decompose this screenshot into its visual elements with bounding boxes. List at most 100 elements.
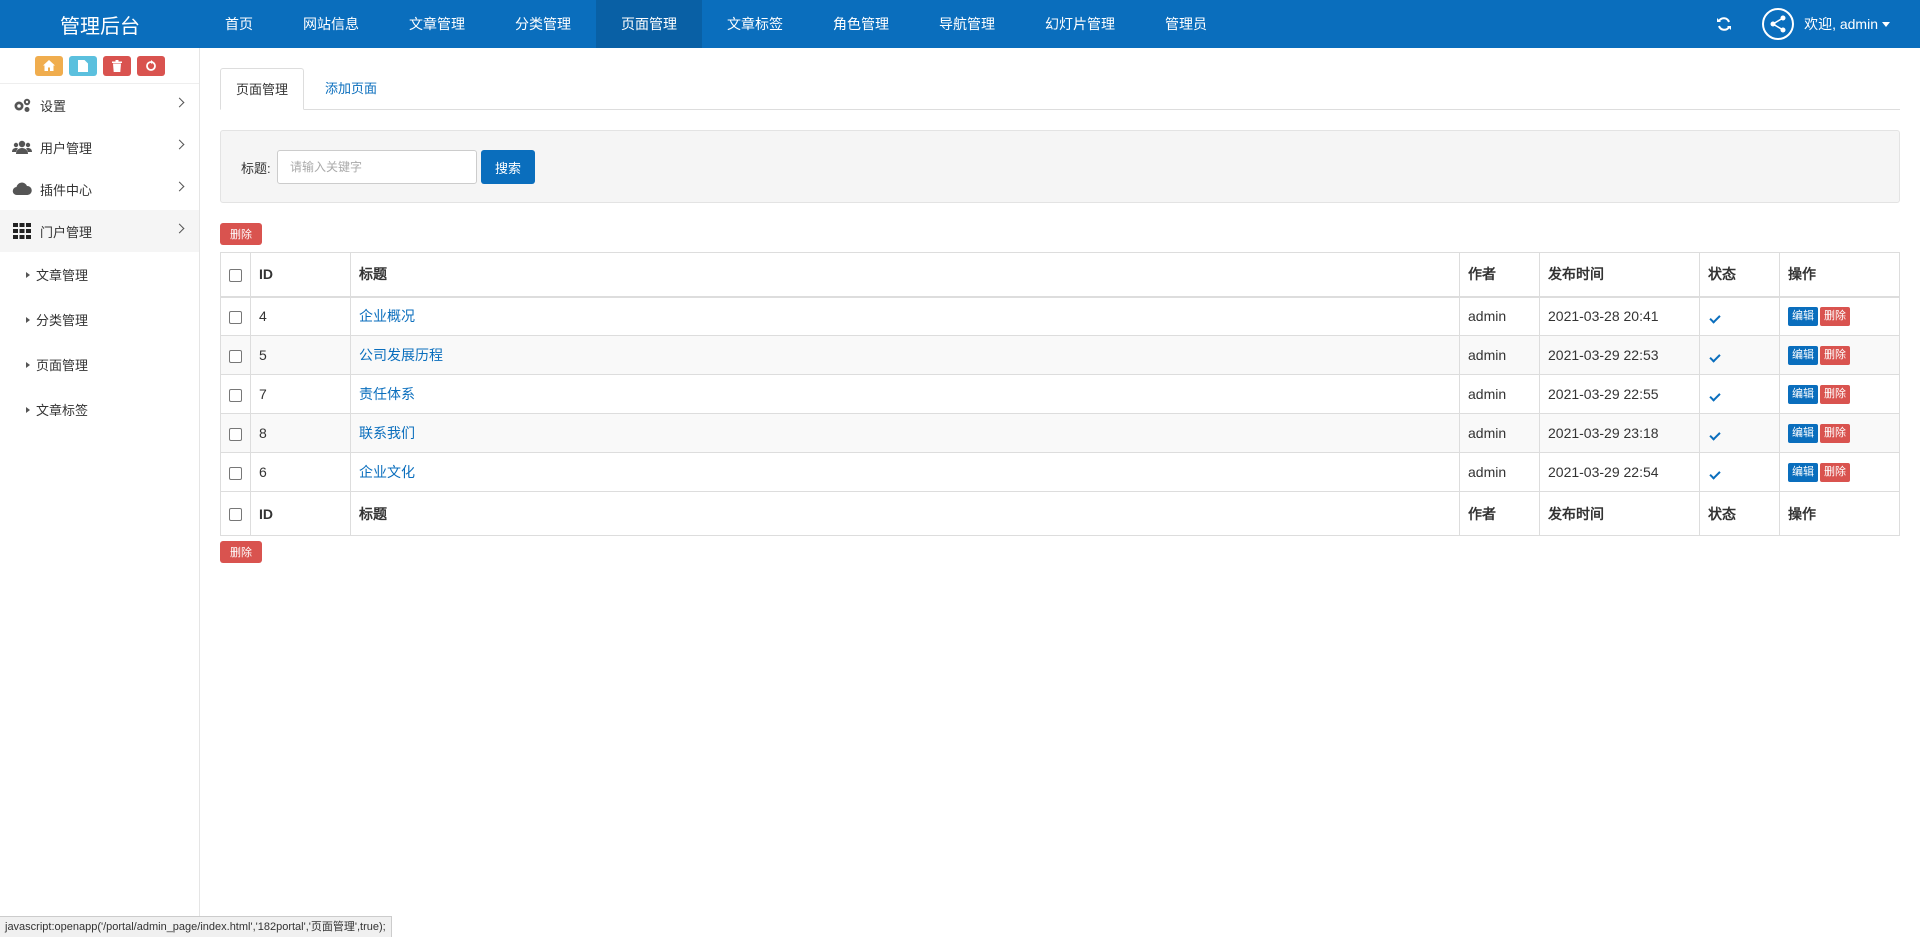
search-button[interactable]: 搜索 <box>481 150 535 184</box>
recycle-icon[interactable] <box>136 55 165 76</box>
footer-ops: 操作 <box>1779 491 1900 536</box>
row-checkbox[interactable] <box>229 388 242 402</box>
delete-button[interactable]: 删除 <box>1820 307 1850 327</box>
nav-navigation[interactable]: 导航管理 <box>914 0 1020 48</box>
edit-button[interactable]: 编辑 <box>1788 346 1818 365</box>
cell-title: 企业文化 <box>350 452 1460 492</box>
cell-time: 2021-03-28 20:41 <box>1539 296 1700 336</box>
nav-home[interactable]: 首页 <box>200 0 278 48</box>
chevron-right-icon <box>174 139 185 150</box>
title-link[interactable]: 责任体系 <box>359 386 415 402</box>
sidebar-sub-item-label: 文章标签 <box>36 403 89 418</box>
delete-button[interactable]: 删除 <box>1820 385 1850 404</box>
tab-page-management[interactable]: 页面管理 <box>220 68 305 110</box>
table-row: 8 联系我们 admin 2021-03-29 23:18 编辑 删除 <box>220 413 1900 453</box>
nav-articles[interactable]: 文章管理 <box>384 0 490 48</box>
header-title: 标题 <box>350 252 1460 298</box>
bulk-delete-button-bottom[interactable]: 删除 <box>220 541 262 563</box>
quick-actions <box>0 48 199 84</box>
sidebar-item-settings[interactable]: 设置 <box>0 84 199 126</box>
sidebar-item-label: 门户管理 <box>40 224 93 240</box>
nav-admins[interactable]: 管理员 <box>1140 0 1232 48</box>
nav-slides[interactable]: 幻灯片管理 <box>1020 0 1140 48</box>
sidebar-item-plugins[interactable]: 插件中心 <box>0 168 199 210</box>
sidebar-item-label: 用户管理 <box>40 140 93 156</box>
table-header-row: ID 标题 作者 发布时间 状态 操作 <box>220 252 1900 298</box>
title-link[interactable]: 企业文化 <box>359 464 415 480</box>
delete-button[interactable]: 删除 <box>1820 463 1850 482</box>
page-tabs: 页面管理 添加页面 <box>220 68 1900 110</box>
check-icon <box>1709 468 1721 480</box>
cell-status <box>1699 296 1780 336</box>
cell-status <box>1699 452 1780 492</box>
sidebar-sub-item-articles[interactable]: 文章管理 <box>0 252 199 297</box>
table-row: 7 责任体系 admin 2021-03-29 22:55 编辑 删除 <box>220 374 1900 414</box>
caret-right-icon <box>26 271 30 278</box>
chevron-right-icon <box>174 97 185 108</box>
edit-button[interactable]: 编辑 <box>1788 424 1818 443</box>
table-footer-row: ID 标题 作者 发布时间 状态 操作 <box>220 491 1900 536</box>
cell-author: admin <box>1459 413 1540 453</box>
edit-button[interactable]: 编辑 <box>1788 463 1818 482</box>
edit-button[interactable]: 编辑 <box>1788 385 1818 404</box>
sidebar: 设置 用户管理 插件中心 门户管理 文章管理 分类管理 页面管理 文章标签 <box>0 48 200 937</box>
row-checkbox[interactable] <box>229 427 242 441</box>
nav-categories[interactable]: 分类管理 <box>490 0 596 48</box>
brand-title[interactable]: 管理后台 <box>0 10 200 39</box>
cell-ops: 编辑 删除 <box>1779 452 1900 492</box>
row-checkbox[interactable] <box>229 466 242 480</box>
sidebar-sub-item-label: 文章管理 <box>36 268 89 283</box>
trash-icon[interactable] <box>102 55 131 76</box>
edit-button[interactable]: 编辑 <box>1788 307 1818 327</box>
check-icon <box>1709 351 1721 363</box>
pages-table: ID 标题 作者 发布时间 状态 操作 4 企业概况 admin 2021-03… <box>220 252 1900 536</box>
nav-site-info[interactable]: 网站信息 <box>278 0 384 48</box>
bulk-delete-button-top[interactable]: 删除 <box>220 223 262 245</box>
select-all-cell <box>220 252 251 298</box>
cell-id: 6 <box>250 452 351 492</box>
select-all-checkbox[interactable] <box>229 269 242 283</box>
cell-status <box>1699 374 1780 414</box>
delete-button[interactable]: 删除 <box>1820 346 1850 365</box>
footer-status: 状态 <box>1699 491 1780 536</box>
cell-time: 2021-03-29 22:54 <box>1539 452 1700 492</box>
row-checkbox[interactable] <box>229 311 242 325</box>
title-link[interactable]: 企业概况 <box>359 308 415 324</box>
search-input[interactable] <box>277 150 477 184</box>
tab-add-page[interactable]: 添加页面 <box>310 68 392 110</box>
sidebar-item-label: 插件中心 <box>40 182 93 198</box>
gears-icon <box>12 97 32 113</box>
caret-right-icon <box>26 316 30 323</box>
title-link[interactable]: 联系我们 <box>359 425 415 441</box>
title-link[interactable]: 公司发展历程 <box>359 347 443 363</box>
select-all-cell-footer <box>220 491 251 536</box>
row-checkbox[interactable] <box>229 349 242 363</box>
refresh-icon[interactable] <box>1716 16 1732 32</box>
nav-pages[interactable]: 页面管理 <box>596 0 702 48</box>
sidebar-sub-item-tags[interactable]: 文章标签 <box>0 387 199 432</box>
search-form: 标题: 搜索 <box>220 130 1900 203</box>
row-select-cell <box>220 413 251 453</box>
cell-author: admin <box>1459 296 1540 336</box>
home-icon[interactable] <box>34 55 63 76</box>
check-icon <box>1709 390 1721 402</box>
cell-ops: 编辑 删除 <box>1779 335 1900 375</box>
header-id: ID <box>250 252 351 298</box>
user-menu[interactable]: 欢迎, admin <box>1804 14 1890 34</box>
file-icon[interactable] <box>68 55 97 76</box>
sidebar-sub-item-pages[interactable]: 页面管理 <box>0 342 199 387</box>
cell-status <box>1699 413 1780 453</box>
nav-tags[interactable]: 文章标签 <box>702 0 808 48</box>
cell-title: 企业概况 <box>350 296 1460 336</box>
nav-roles[interactable]: 角色管理 <box>808 0 914 48</box>
sidebar-item-portal[interactable]: 门户管理 <box>0 210 199 252</box>
cell-time: 2021-03-29 22:55 <box>1539 374 1700 414</box>
cell-ops: 编辑 删除 <box>1779 374 1900 414</box>
row-select-cell <box>220 374 251 414</box>
cell-ops: 编辑 删除 <box>1779 413 1900 453</box>
delete-button[interactable]: 删除 <box>1820 424 1850 443</box>
sidebar-item-users[interactable]: 用户管理 <box>0 126 199 168</box>
sidebar-sub-item-label: 分类管理 <box>36 313 89 328</box>
select-all-checkbox-footer[interactable] <box>229 508 242 522</box>
sidebar-sub-item-categories[interactable]: 分类管理 <box>0 297 199 342</box>
